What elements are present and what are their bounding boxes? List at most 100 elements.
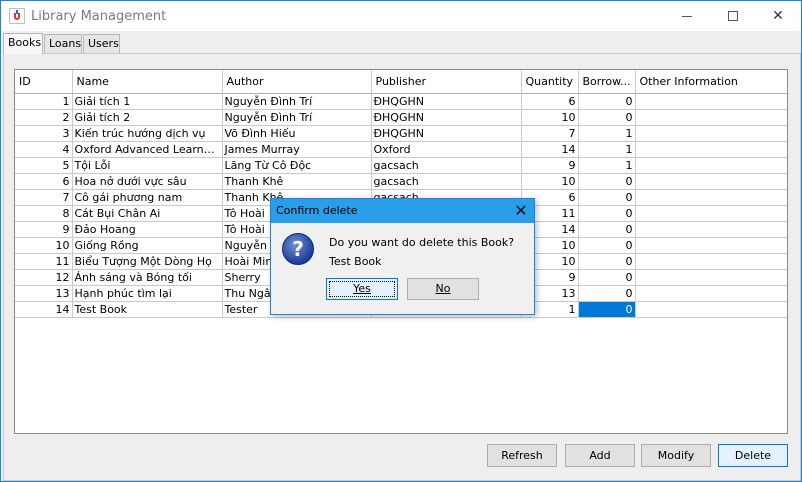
cell-id[interactable]: 6 [15,173,73,190]
cell-author[interactable]: Nguyễn Đình Trí [222,93,372,110]
cell-id[interactable]: 3 [15,125,73,142]
modify-button[interactable]: Modify [641,444,711,467]
cell-name[interactable]: Test Book [72,301,223,318]
cell-other-information[interactable] [635,109,787,126]
cell-id[interactable]: 1 [15,93,73,110]
column-header-other-information[interactable]: Other Information [635,70,787,94]
cell-other-information[interactable] [635,285,787,302]
cell-name[interactable]: Đảo Hoang [72,221,223,238]
minimize-button[interactable] [664,1,710,31]
cell-quantity[interactable]: 14 [521,141,579,158]
cell-borrowed[interactable]: 0 [578,109,636,126]
cell-name[interactable]: Giống Rồng [72,237,223,254]
cell-other-information[interactable] [635,237,787,254]
cell-borrowed[interactable]: 0 [578,285,636,302]
cell-id[interactable]: 14 [15,301,73,318]
cell-name[interactable]: Kiến trúc hướng dịch vụ [72,125,223,142]
cell-name[interactable]: Cô gái phương nam [72,189,223,206]
cell-quantity[interactable]: 10 [521,109,579,126]
tab-loans[interactable]: Loans [44,34,82,53]
cell-publisher[interactable]: gacsach [371,157,522,174]
tab-users[interactable]: Users [83,34,120,53]
cell-name[interactable]: Giải tích 2 [72,109,223,126]
cell-other-information[interactable] [635,221,787,238]
cell-borrowed[interactable]: 0 [578,221,636,238]
cell-id[interactable]: 9 [15,221,73,238]
cell-other-information[interactable] [635,157,787,174]
cell-author[interactable]: Võ Đình Hiếu [222,125,372,142]
cell-borrowed[interactable]: 0 [578,253,636,270]
cell-other-information[interactable] [635,205,787,222]
cell-id[interactable]: 2 [15,109,73,126]
cell-name[interactable]: Hạnh phúc tìm lại [72,285,223,302]
cell-id[interactable]: 13 [15,285,73,302]
cell-id[interactable]: 10 [15,237,73,254]
cell-name[interactable]: Giải tích 1 [72,93,223,110]
cell-quantity[interactable]: 6 [521,93,579,110]
cell-borrowed[interactable]: 0 [578,301,636,318]
cell-other-information[interactable] [635,189,787,206]
cell-other-information[interactable] [635,93,787,110]
add-button[interactable]: Add [565,444,635,467]
cell-borrowed[interactable]: 1 [578,157,636,174]
cell-author[interactable]: Lăng Từ Cô Độc [222,157,372,174]
yes-button[interactable]: Yes [326,278,398,300]
cell-id[interactable]: 12 [15,269,73,286]
cell-borrowed[interactable]: 0 [578,205,636,222]
cell-author[interactable]: James Murray [222,141,372,158]
cell-id[interactable]: 4 [15,141,73,158]
column-header-quantity[interactable]: Quantity [521,70,579,94]
cell-other-information[interactable] [635,173,787,190]
cell-author[interactable]: Nguyễn Đình Trí [222,109,372,126]
cell-id[interactable]: 7 [15,189,73,206]
cell-other-information[interactable] [635,141,787,158]
cell-other-information[interactable] [635,301,787,318]
cell-borrowed[interactable]: 0 [578,173,636,190]
column-header-author[interactable]: Author [222,70,372,94]
cell-name[interactable]: Biểu Tượng Một Dòng Họ [72,253,223,270]
cell-publisher[interactable]: gacsach [371,173,522,190]
table-row[interactable]: 5 Tội Lỗi Lăng Từ Cô Độc gacsach 9 1 [15,157,787,174]
cell-quantity[interactable]: 7 [521,125,579,142]
maximize-button[interactable] [710,1,756,31]
tab-books[interactable]: Books [3,33,43,54]
table-row[interactable]: 1 Giải tích 1 Nguyễn Đình Trí ĐHQGHN 6 0 [15,93,787,110]
cell-quantity[interactable]: 10 [521,173,579,190]
cell-other-information[interactable] [635,253,787,270]
table-row[interactable]: 6 Hoa nở dưới vực sâu Thanh Khê gacsach 10 0 [15,173,787,190]
table-row[interactable]: 4 Oxford Advanced Learner's ... James Murr… [15,141,787,158]
table-row[interactable]: 2 Giải tích 2 Nguyễn Đình Trí ĐHQGHN 10 0 [15,109,787,126]
cell-borrowed[interactable]: 1 [578,125,636,142]
delete-button[interactable]: Delete [718,444,788,467]
refresh-button[interactable]: Refresh [487,444,557,467]
column-header-name[interactable]: Name [72,70,223,94]
dialog-close-button[interactable]: ✕ [508,199,534,223]
cell-name[interactable]: Tội Lỗi [72,157,223,174]
cell-author[interactable]: Thanh Khê [222,173,372,190]
cell-name[interactable]: Ánh sáng và Bóng tối [72,269,223,286]
cell-name[interactable]: Hoa nở dưới vực sâu [72,173,223,190]
column-header-publisher[interactable]: Publisher [371,70,522,94]
cell-id[interactable]: 8 [15,205,73,222]
close-button[interactable]: ✕ [755,1,801,31]
cell-other-information[interactable] [635,269,787,286]
cell-borrowed[interactable]: 0 [578,237,636,254]
cell-borrowed[interactable]: 0 [578,93,636,110]
cell-id[interactable]: 5 [15,157,73,174]
cell-publisher[interactable]: ĐHQGHN [371,125,522,142]
cell-publisher[interactable]: ĐHQGHN [371,109,522,126]
cell-borrowed[interactable]: 1 [578,141,636,158]
column-header-id[interactable]: ID [15,70,73,94]
column-header-borrowed[interactable]: Borrow... [578,70,636,94]
no-button[interactable]: No [407,278,479,300]
cell-name[interactable]: Oxford Advanced Learner's ... [72,141,223,158]
cell-quantity[interactable]: 9 [521,157,579,174]
cell-name[interactable]: Cát Bụi Chân Ai [72,205,223,222]
cell-publisher[interactable]: ĐHQGHN [371,93,522,110]
cell-publisher[interactable]: Oxford [371,141,522,158]
cell-other-information[interactable] [635,125,787,142]
cell-borrowed[interactable]: 0 [578,269,636,286]
table-row[interactable]: 3 Kiến trúc hướng dịch vụ Võ Đình Hiếu ĐHQG… [15,125,787,142]
cell-id[interactable]: 11 [15,253,73,270]
cell-borrowed[interactable]: 0 [578,189,636,206]
